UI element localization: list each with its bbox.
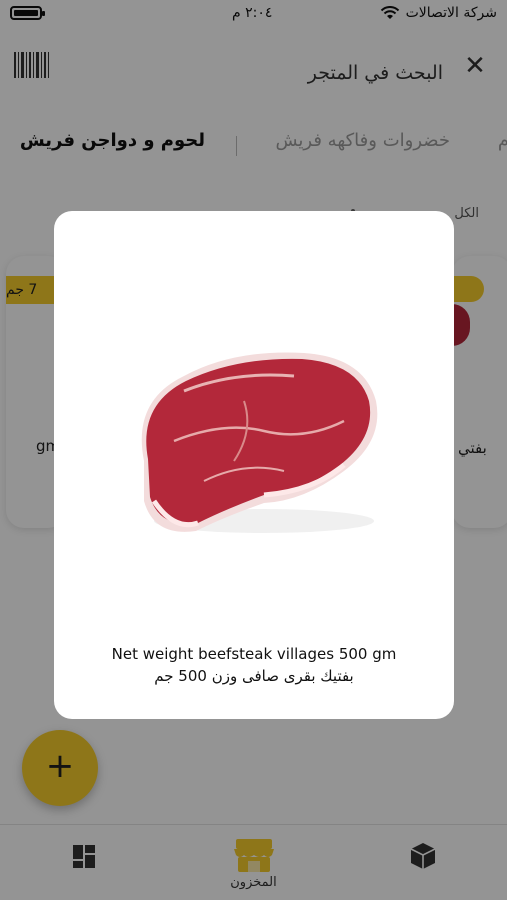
product-preview-modal: Net weight beefsteak villages 500 gm بفت…: [54, 211, 454, 719]
beef-steak-image: [141, 352, 378, 533]
product-caption-en: Net weight beefsteak villages 500 gm: [111, 645, 397, 663]
product-caption-ar: بفتيك بقرى صافى وزن 500 جم: [154, 667, 354, 685]
